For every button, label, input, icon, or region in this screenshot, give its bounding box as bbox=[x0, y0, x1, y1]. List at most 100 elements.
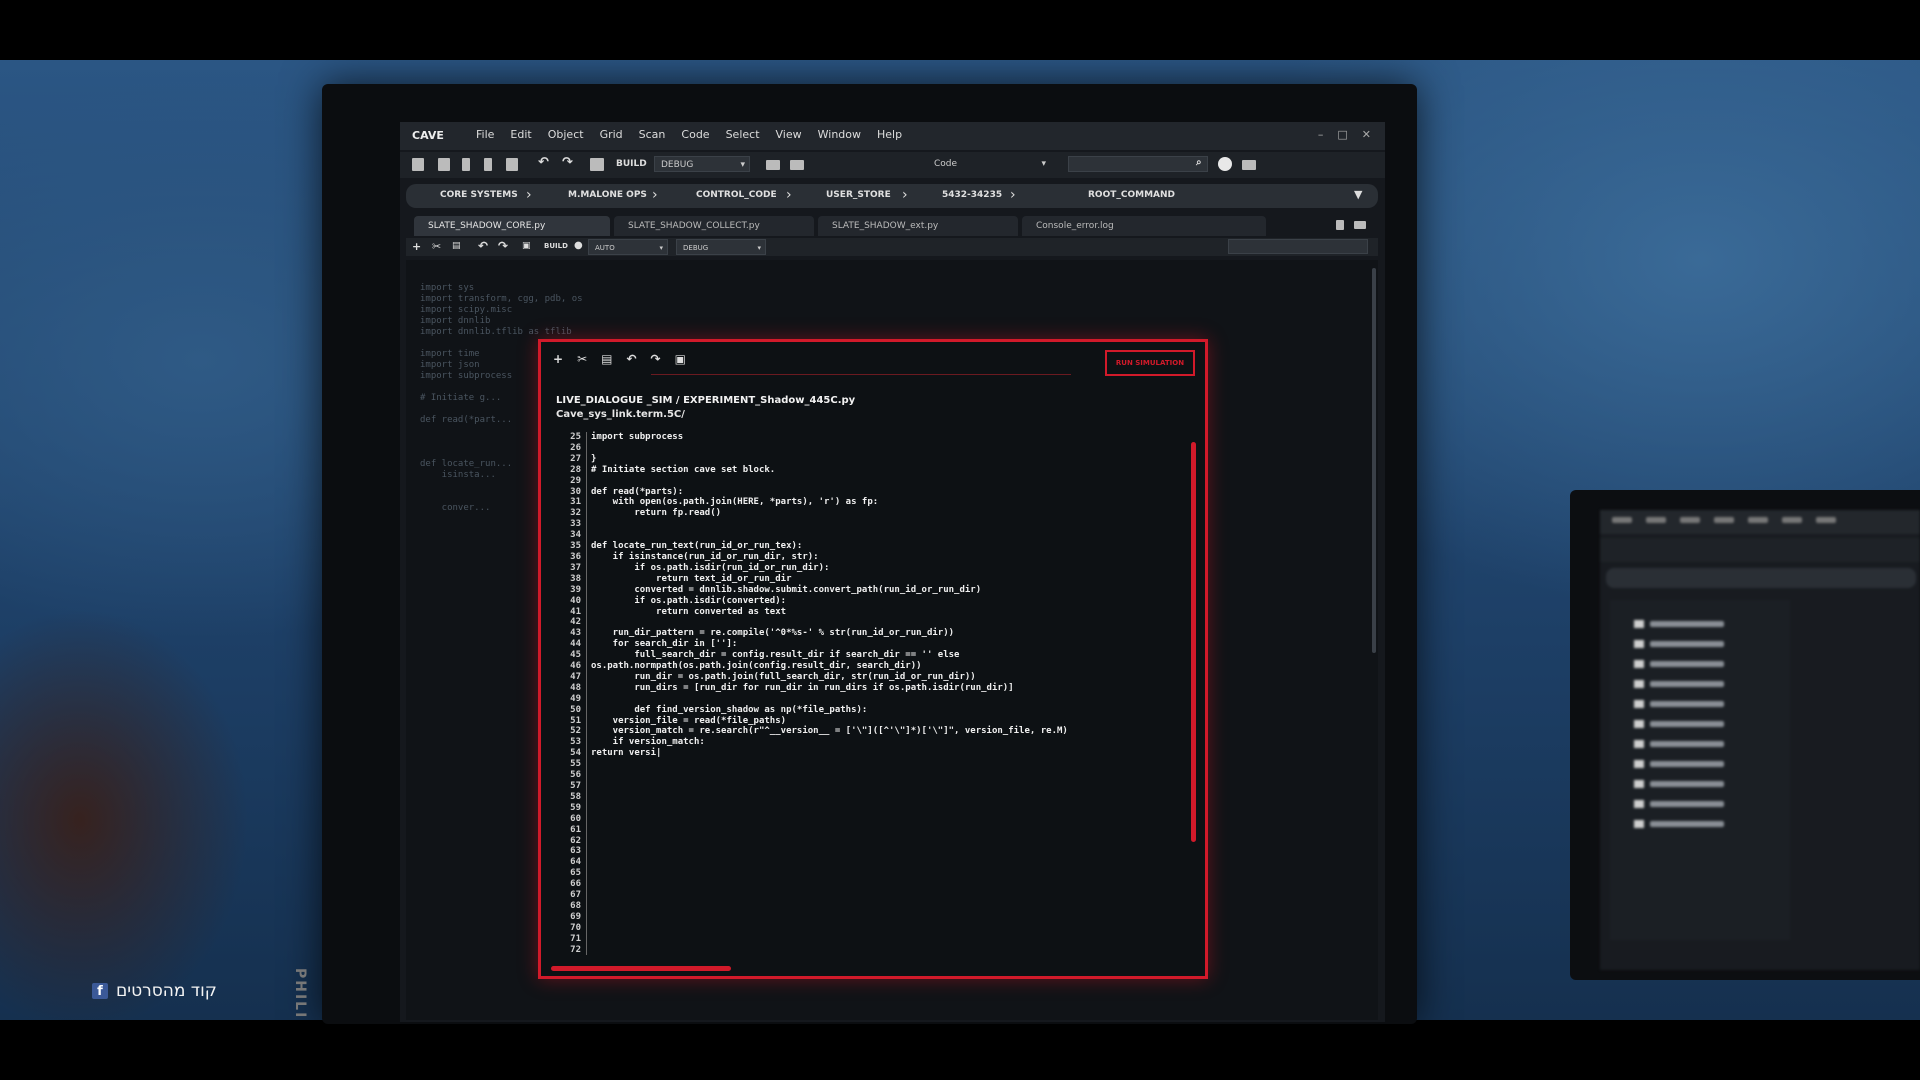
breadcrumb-id[interactable]: 5432-34235 bbox=[942, 190, 1002, 200]
tab-shadow-core[interactable]: SLATE_SHADOW_CORE.py bbox=[414, 216, 610, 236]
menu-icon[interactable] bbox=[1242, 160, 1256, 170]
scissors-icon[interactable]: ✂ bbox=[432, 240, 441, 253]
main-toolbar: ↶ ↷ BUILD DEBUG Code ⌕ bbox=[400, 152, 1385, 178]
copy-icon[interactable]: ▤ bbox=[601, 352, 612, 366]
copy-icon[interactable]: ▤ bbox=[452, 241, 461, 251]
menu-help[interactable]: Help bbox=[877, 128, 902, 141]
code-content[interactable]: import subprocess } # Initiate section c… bbox=[591, 432, 1068, 759]
breadcrumb-control-code[interactable]: CONTROL_CODE bbox=[696, 190, 777, 200]
breadcrumb-malone-ops[interactable]: M.MALONE OPS bbox=[568, 190, 647, 200]
secondary-screen bbox=[1600, 510, 1920, 970]
breadcrumb: CORE SYSTEMS › M.MALONE OPS › CONTROL_CO… bbox=[406, 184, 1378, 208]
tree-folder bbox=[1634, 800, 1724, 808]
chevron-right-icon: › bbox=[1010, 187, 1016, 203]
panel-horizontal-scrollbar[interactable] bbox=[551, 966, 731, 971]
undo-icon[interactable]: ↶ bbox=[626, 352, 636, 366]
tree-folder bbox=[1634, 820, 1724, 828]
maximize-icon[interactable]: □ bbox=[1337, 128, 1347, 141]
open-folder-icon[interactable] bbox=[438, 158, 450, 171]
config-select[interactable]: DEBUG bbox=[654, 156, 750, 173]
debug-select[interactable]: DEBUG bbox=[676, 239, 766, 256]
minimize-icon[interactable]: – bbox=[1318, 128, 1324, 141]
window-controls: – □ ✕ bbox=[1318, 128, 1371, 141]
menu-object[interactable]: Object bbox=[548, 128, 584, 141]
info-icon[interactable]: ● bbox=[574, 240, 583, 251]
build-button[interactable]: BUILD bbox=[544, 242, 568, 250]
upload-icon[interactable] bbox=[462, 158, 470, 171]
tree-folder bbox=[1634, 640, 1724, 648]
layout-icon[interactable] bbox=[766, 160, 780, 170]
menu-grid[interactable]: Grid bbox=[600, 128, 623, 141]
watermark-text: קוד מהסרטים bbox=[116, 981, 217, 1001]
editor-search-input[interactable] bbox=[1228, 239, 1368, 254]
facebook-icon: f bbox=[92, 983, 108, 999]
panel-toolbar: + ✂ ▤ ↶ ↷ ▣ bbox=[553, 352, 686, 366]
redo-icon[interactable]: ↷ bbox=[562, 155, 573, 170]
menu-file[interactable]: File bbox=[476, 128, 494, 141]
folder-icon[interactable]: ▣ bbox=[522, 241, 531, 251]
menu-scan[interactable]: Scan bbox=[639, 128, 666, 141]
run-simulation-button[interactable]: RUN SIMULATION bbox=[1105, 350, 1195, 376]
editor-scrollbar[interactable] bbox=[1372, 268, 1376, 653]
monitor-brand: PHILI bbox=[292, 968, 308, 1020]
save-icon[interactable] bbox=[590, 158, 604, 171]
menu-bar: File Edit Object Grid Scan Code Select V… bbox=[476, 128, 902, 141]
search-icon[interactable]: ⌕ bbox=[1196, 157, 1202, 168]
file-path: LIVE_DIALOGUE _SIM / EXPERIMENT_Shadow_4… bbox=[556, 395, 856, 406]
chevron-right-icon: › bbox=[652, 187, 658, 203]
user-avatar-icon[interactable] bbox=[1218, 157, 1232, 171]
close-icon[interactable]: ✕ bbox=[1362, 128, 1371, 141]
tree-folder bbox=[1634, 740, 1724, 748]
menu-code[interactable]: Code bbox=[681, 128, 709, 141]
panel-vertical-scrollbar[interactable] bbox=[1191, 442, 1196, 842]
folder-icon[interactable]: ▣ bbox=[675, 352, 686, 366]
download-icon[interactable] bbox=[484, 158, 492, 171]
divider bbox=[651, 374, 1071, 375]
editor-toolbar: + ✂ ▤ ↶ ↷ ▣ BUILD ● AUTO DEBUG bbox=[406, 238, 1378, 256]
undo-icon[interactable]: ↶ bbox=[538, 155, 549, 170]
gutter-divider bbox=[586, 432, 587, 955]
breadcrumb-root-command[interactable]: ROOT_COMMAND bbox=[1088, 190, 1175, 200]
menu-select[interactable]: Select bbox=[726, 128, 760, 141]
line-numbers: 25 26 27 28 29 30 31 32 33 34 35 36 37 3… bbox=[570, 432, 581, 955]
search-input[interactable] bbox=[1068, 156, 1208, 172]
tree-folder bbox=[1634, 720, 1724, 728]
menu-edit[interactable]: Edit bbox=[510, 128, 531, 141]
redo-icon[interactable]: ↷ bbox=[651, 352, 661, 366]
chevron-down-icon[interactable]: ▼ bbox=[1354, 188, 1362, 201]
tree-folder bbox=[1634, 700, 1724, 708]
title-bar: CAVE File Edit Object Grid Scan Code Sel… bbox=[400, 122, 1385, 150]
tab-console-error[interactable]: Console_error.log bbox=[1022, 216, 1266, 236]
tab-shadow-collect[interactable]: SLATE_SHADOW_COLLECT.py bbox=[614, 216, 814, 236]
mode-select[interactable]: Code bbox=[928, 156, 1050, 172]
watermark: f קוד מהסרטים bbox=[92, 981, 217, 1001]
secondary-menu bbox=[1612, 517, 1836, 523]
app-name: CAVE bbox=[412, 129, 444, 142]
secondary-title-bar bbox=[1600, 510, 1920, 534]
chevron-right-icon: › bbox=[786, 187, 792, 203]
tab-shadow-ext[interactable]: SLATE_SHADOW_ext.py bbox=[818, 216, 1018, 236]
file-tabs: SLATE_SHADOW_CORE.py SLATE_SHADOW_COLLEC… bbox=[400, 214, 1385, 236]
panel-toggle-icon[interactable] bbox=[1354, 221, 1366, 229]
auto-select[interactable]: AUTO bbox=[588, 239, 668, 256]
add-icon[interactable]: + bbox=[412, 240, 421, 253]
chevron-right-icon: › bbox=[902, 187, 908, 203]
redo-icon[interactable]: ↷ bbox=[498, 239, 508, 253]
breadcrumb-user-store[interactable]: USER_STORE bbox=[826, 190, 891, 200]
copy-icon[interactable] bbox=[506, 158, 518, 171]
chevron-right-icon: › bbox=[526, 187, 532, 203]
menu-view[interactable]: View bbox=[776, 128, 802, 141]
file-subpath: Cave_sys_link.term.5C/ bbox=[556, 409, 685, 420]
tree-folder bbox=[1634, 760, 1724, 768]
tree-folder bbox=[1634, 660, 1724, 668]
undo-icon[interactable]: ↶ bbox=[478, 239, 488, 253]
scissors-icon[interactable]: ✂ bbox=[577, 352, 587, 366]
menu-window[interactable]: Window bbox=[818, 128, 861, 141]
new-file-icon[interactable] bbox=[412, 158, 424, 171]
add-icon[interactable]: + bbox=[553, 352, 563, 366]
panel-icon[interactable] bbox=[790, 160, 804, 170]
lock-icon[interactable] bbox=[1336, 220, 1344, 230]
build-button[interactable]: BUILD bbox=[616, 159, 647, 169]
tree-folder bbox=[1634, 620, 1724, 628]
breadcrumb-core-systems[interactable]: CORE SYSTEMS bbox=[440, 190, 518, 200]
